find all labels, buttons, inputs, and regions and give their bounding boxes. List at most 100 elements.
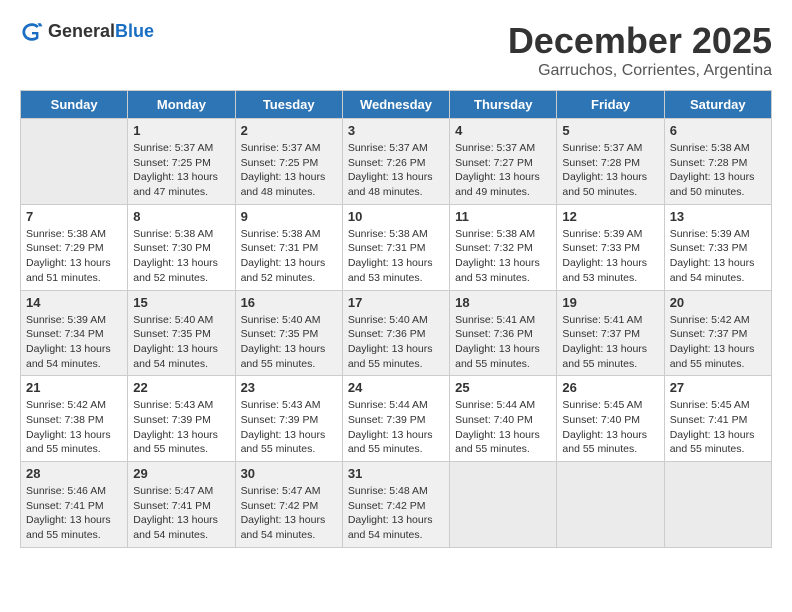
day-info: Sunrise: 5:42 AMSunset: 7:38 PMDaylight:… (26, 398, 122, 457)
day-number: 23 (241, 380, 337, 395)
calendar-day-cell: 16Sunrise: 5:40 AMSunset: 7:35 PMDayligh… (235, 290, 342, 376)
calendar-table: SundayMondayTuesdayWednesdayThursdayFrid… (20, 90, 772, 548)
calendar-day-cell: 2 Sunrise: 5:37 AMSunset: 7:25 PMDaylight… (235, 119, 342, 205)
calendar-day-cell: 31 Sunrise: 5:48 AMSunset: 7:42 PMDayligh… (342, 462, 449, 548)
day-info: Sunrise: 5:47 AMSunset: 7:41 PMDaylight:… (133, 484, 229, 543)
calendar-week-row: 28Sunrise: 5:46 AMSunset: 7:41 PMDayligh… (21, 462, 772, 548)
calendar-day-cell: 12 Sunrise: 5:39 AMSunset: 7:33 PMDayligh… (557, 204, 664, 290)
day-number: 17 (348, 295, 444, 310)
day-info: Sunrise: 5:39 AMSunset: 7:34 PMDaylight:… (26, 313, 122, 372)
calendar-day-cell: 10 Sunrise: 5:38 AMSunset: 7:31 PMDayligh… (342, 204, 449, 290)
calendar-day-cell: 9 Sunrise: 5:38 AMSunset: 7:31 PMDaylight… (235, 204, 342, 290)
calendar-day-cell: 24 Sunrise: 5:44 AMSunset: 7:39 PMDayligh… (342, 376, 449, 462)
day-info: Sunrise: 5:48 AMSunset: 7:42 PMDaylight:… (348, 484, 444, 543)
day-number: 14 (26, 295, 122, 310)
day-number: 7 (26, 209, 122, 224)
page-header: GeneralBlue December 2025 Garruchos, Cor… (20, 20, 772, 80)
day-number: 8 (133, 209, 229, 224)
calendar-day-cell: 26Sunrise: 5:45 AMSunset: 7:40 PMDayligh… (557, 376, 664, 462)
day-number: 21 (26, 380, 122, 395)
day-number: 29 (133, 466, 229, 481)
day-info: Sunrise: 5:42 AMSunset: 7:37 PMDaylight:… (670, 313, 766, 372)
calendar-day-cell: 22Sunrise: 5:43 AMSunset: 7:39 PMDayligh… (128, 376, 235, 462)
day-info: Sunrise: 5:37 AMSunset: 7:27 PMDaylight:… (455, 141, 551, 200)
day-info: Sunrise: 5:45 AMSunset: 7:41 PMDaylight:… (670, 398, 766, 457)
day-info: Sunrise: 5:44 AMSunset: 7:40 PMDaylight:… (455, 398, 551, 457)
calendar-day-cell: 21 Sunrise: 5:42 AMSunset: 7:38 PMDayligh… (21, 376, 128, 462)
day-info: Sunrise: 5:38 AMSunset: 7:31 PMDaylight:… (348, 227, 444, 286)
day-info: Sunrise: 5:38 AMSunset: 7:30 PMDaylight:… (133, 227, 229, 286)
title-area: December 2025 Garruchos, Corrientes, Arg… (508, 20, 772, 80)
day-number: 4 (455, 123, 551, 138)
day-number: 16 (241, 295, 337, 310)
day-number: 1 (133, 123, 229, 138)
day-number: 31 (348, 466, 444, 481)
day-number: 19 (562, 295, 658, 310)
weekday-header-monday: Monday (128, 91, 235, 119)
day-info: Sunrise: 5:39 AMSunset: 7:33 PMDaylight:… (562, 227, 658, 286)
day-info: Sunrise: 5:39 AMSunset: 7:33 PMDaylight:… (670, 227, 766, 286)
calendar-day-cell: 20 Sunrise: 5:42 AMSunset: 7:37 PMDayligh… (664, 290, 771, 376)
location-subtitle: Garruchos, Corrientes, Argentina (508, 62, 772, 80)
day-info: Sunrise: 5:37 AMSunset: 7:25 PMDaylight:… (133, 141, 229, 200)
calendar-day-cell: 1 Sunrise: 5:37 AMSunset: 7:25 PMDaylight… (128, 119, 235, 205)
weekday-header-tuesday: Tuesday (235, 91, 342, 119)
day-number: 20 (670, 295, 766, 310)
calendar-day-cell: 5Sunrise: 5:37 AMSunset: 7:28 PMDaylight… (557, 119, 664, 205)
calendar-day-cell (664, 462, 771, 548)
calendar-day-cell: 6Sunrise: 5:38 AMSunset: 7:28 PMDaylight… (664, 119, 771, 205)
calendar-day-cell: 27 Sunrise: 5:45 AMSunset: 7:41 PMDayligh… (664, 376, 771, 462)
calendar-day-cell: 29 Sunrise: 5:47 AMSunset: 7:41 PMDayligh… (128, 462, 235, 548)
day-number: 25 (455, 380, 551, 395)
day-number: 6 (670, 123, 766, 138)
day-info: Sunrise: 5:38 AMSunset: 7:31 PMDaylight:… (241, 227, 337, 286)
day-number: 30 (241, 466, 337, 481)
logo: GeneralBlue (20, 20, 154, 44)
day-info: Sunrise: 5:46 AMSunset: 7:41 PMDaylight:… (26, 484, 122, 543)
day-info: Sunrise: 5:43 AMSunset: 7:39 PMDaylight:… (241, 398, 337, 457)
calendar-week-row: 1 Sunrise: 5:37 AMSunset: 7:25 PMDaylight… (21, 119, 772, 205)
day-info: Sunrise: 5:38 AMSunset: 7:29 PMDaylight:… (26, 227, 122, 286)
calendar-day-cell: 8 Sunrise: 5:38 AMSunset: 7:30 PMDaylight… (128, 204, 235, 290)
day-number: 9 (241, 209, 337, 224)
day-number: 12 (562, 209, 658, 224)
day-number: 18 (455, 295, 551, 310)
calendar-day-cell (21, 119, 128, 205)
day-number: 15 (133, 295, 229, 310)
month-title: December 2025 (508, 20, 772, 62)
day-number: 3 (348, 123, 444, 138)
day-number: 2 (241, 123, 337, 138)
calendar-day-cell: 14 Sunrise: 5:39 AMSunset: 7:34 PMDayligh… (21, 290, 128, 376)
logo-text: GeneralBlue (48, 22, 154, 42)
day-info: Sunrise: 5:37 AMSunset: 7:25 PMDaylight:… (241, 141, 337, 200)
day-number: 27 (670, 380, 766, 395)
day-info: Sunrise: 5:43 AMSunset: 7:39 PMDaylight:… (133, 398, 229, 457)
day-number: 13 (670, 209, 766, 224)
weekday-header-saturday: Saturday (664, 91, 771, 119)
weekday-header-row: SundayMondayTuesdayWednesdayThursdayFrid… (21, 91, 772, 119)
day-number: 24 (348, 380, 444, 395)
day-info: Sunrise: 5:40 AMSunset: 7:35 PMDaylight:… (133, 313, 229, 372)
calendar-day-cell: 18 Sunrise: 5:41 AMSunset: 7:36 PMDayligh… (450, 290, 557, 376)
calendar-day-cell: 19 Sunrise: 5:41 AMSunset: 7:37 PMDayligh… (557, 290, 664, 376)
calendar-day-cell (450, 462, 557, 548)
calendar-day-cell (557, 462, 664, 548)
calendar-day-cell: 13 Sunrise: 5:39 AMSunset: 7:33 PMDayligh… (664, 204, 771, 290)
day-number: 10 (348, 209, 444, 224)
calendar-day-cell: 23 Sunrise: 5:43 AMSunset: 7:39 PMDayligh… (235, 376, 342, 462)
day-info: Sunrise: 5:41 AMSunset: 7:37 PMDaylight:… (562, 313, 658, 372)
day-info: Sunrise: 5:41 AMSunset: 7:36 PMDaylight:… (455, 313, 551, 372)
day-info: Sunrise: 5:44 AMSunset: 7:39 PMDaylight:… (348, 398, 444, 457)
calendar-day-cell: 15 Sunrise: 5:40 AMSunset: 7:35 PMDayligh… (128, 290, 235, 376)
day-number: 26 (562, 380, 658, 395)
day-number: 5 (562, 123, 658, 138)
calendar-day-cell: 3Sunrise: 5:37 AMSunset: 7:26 PMDaylight… (342, 119, 449, 205)
calendar-day-cell: 25 Sunrise: 5:44 AMSunset: 7:40 PMDayligh… (450, 376, 557, 462)
weekday-header-sunday: Sunday (21, 91, 128, 119)
calendar-day-cell: 30 Sunrise: 5:47 AMSunset: 7:42 PMDayligh… (235, 462, 342, 548)
day-info: Sunrise: 5:47 AMSunset: 7:42 PMDaylight:… (241, 484, 337, 543)
calendar-week-row: 14 Sunrise: 5:39 AMSunset: 7:34 PMDayligh… (21, 290, 772, 376)
calendar-day-cell: 7 Sunrise: 5:38 AMSunset: 7:29 PMDaylight… (21, 204, 128, 290)
calendar-day-cell: 4 Sunrise: 5:37 AMSunset: 7:27 PMDaylight… (450, 119, 557, 205)
calendar-day-cell: 17Sunrise: 5:40 AMSunset: 7:36 PMDayligh… (342, 290, 449, 376)
